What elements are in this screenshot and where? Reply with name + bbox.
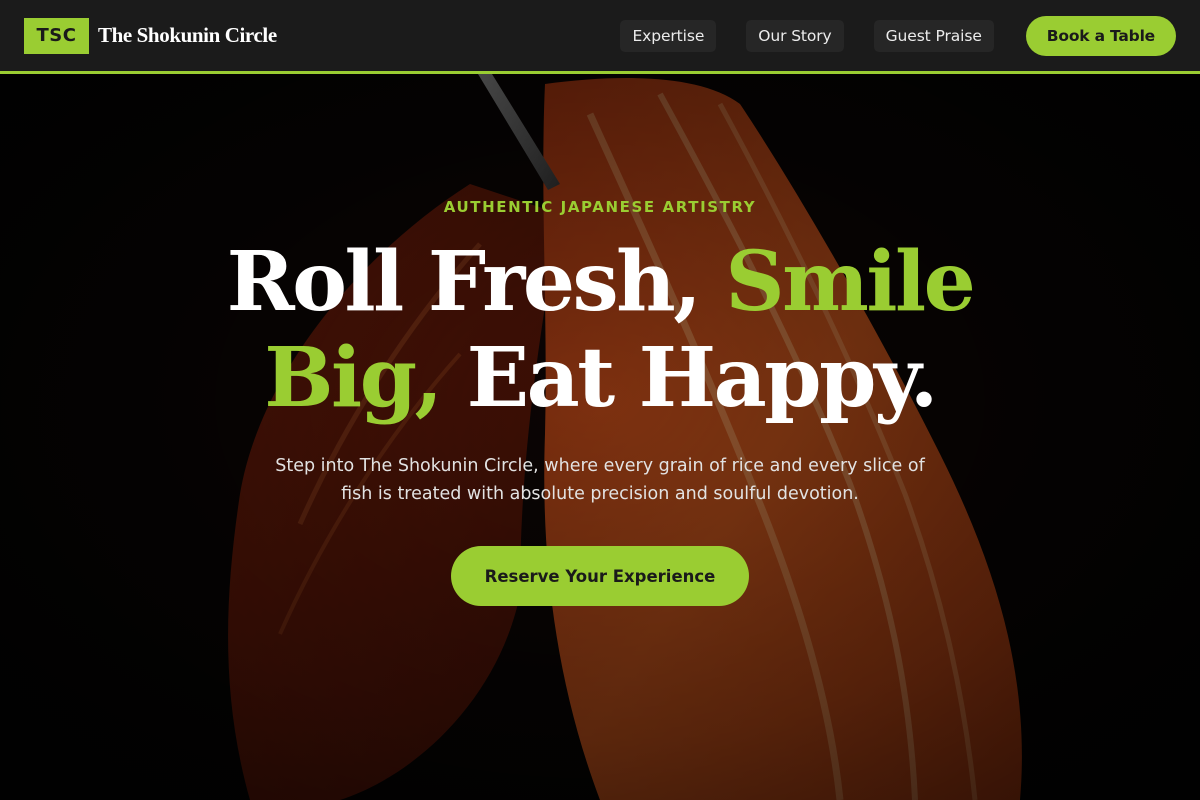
- nav-link-our-story[interactable]: Our Story: [746, 19, 844, 52]
- hero-description: Step into The Shokunin Circle, where eve…: [275, 456, 925, 504]
- hero-eyebrow: AUTHENTIC JAPANESE ARTISTRY: [443, 198, 757, 216]
- brand[interactable]: TSC The Shokunin Circle: [24, 17, 277, 54]
- nav-link-expertise[interactable]: Expertise: [620, 19, 717, 52]
- headline-part-1: Roll Fresh,: [226, 234, 726, 330]
- logo-badge[interactable]: TSC: [24, 17, 89, 54]
- hero-headline: Roll Fresh, Smile Big, Eat Happy.: [0, 234, 1200, 426]
- hero-content: AUTHENTIC JAPANESE ARTISTRY Roll Fresh, …: [0, 74, 1200, 800]
- book-table-button[interactable]: Book a Table: [1025, 15, 1176, 56]
- nav-links: Expertise Our Story Guest Praise Book a …: [620, 15, 1176, 56]
- headline-accent-1: Smile: [725, 234, 975, 330]
- nav-link-guest-praise[interactable]: Guest Praise: [873, 19, 994, 52]
- top-navigation: TSC The Shokunin Circle Expertise Our St…: [0, 0, 1200, 74]
- headline-part-2: Eat Happy.: [440, 330, 939, 426]
- brand-name[interactable]: The Shokunin Circle: [98, 23, 277, 48]
- landing-page: TSC The Shokunin Circle Expertise Our St…: [0, 0, 1200, 800]
- hero-section: AUTHENTIC JAPANESE ARTISTRY Roll Fresh, …: [0, 74, 1200, 800]
- reserve-experience-button[interactable]: Reserve Your Experience: [451, 546, 749, 606]
- headline-accent-2: Big,: [264, 330, 443, 426]
